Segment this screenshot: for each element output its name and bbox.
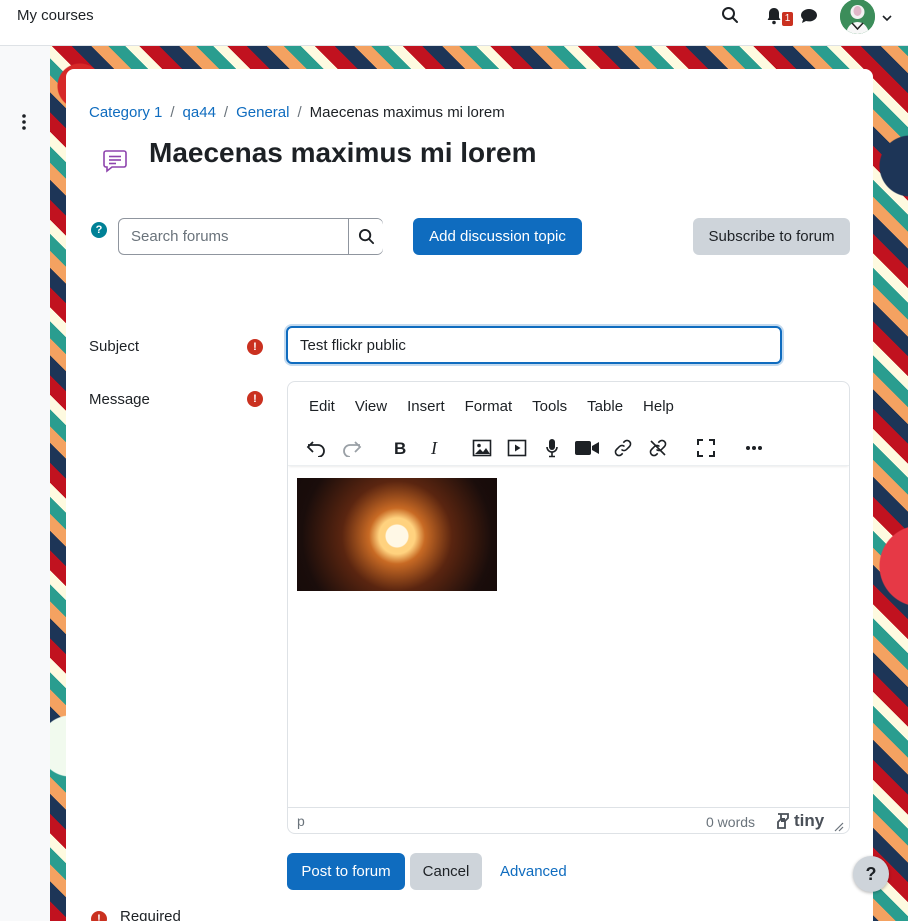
breadcrumb-item-section[interactable]: General xyxy=(236,104,289,121)
more-vertical-icon[interactable] xyxy=(17,113,31,131)
embedded-image[interactable] xyxy=(297,478,497,591)
fullscreen-icon[interactable] xyxy=(692,434,720,462)
link-icon[interactable] xyxy=(609,434,637,462)
post-to-forum-button[interactable]: Post to forum xyxy=(287,853,405,890)
course-index-drawer xyxy=(0,46,50,921)
menu-edit[interactable]: Edit xyxy=(288,392,345,422)
editor-menubar: Edit View Insert Format Tools Table Help xyxy=(288,392,684,422)
breadcrumb-separator: / xyxy=(297,104,302,121)
redo-icon[interactable] xyxy=(338,434,366,462)
editor-content-area[interactable] xyxy=(288,467,849,805)
menu-view[interactable]: View xyxy=(345,392,397,422)
breadcrumb-item-course[interactable]: qa44 xyxy=(183,104,216,121)
tiny-mark-icon xyxy=(777,813,789,829)
notification-count-badge: 1 xyxy=(782,12,793,26)
breadcrumb-separator: / xyxy=(170,104,175,121)
subscribe-forum-button[interactable]: Subscribe to forum xyxy=(693,218,850,255)
menu-tools[interactable]: Tools xyxy=(522,392,577,422)
editor-toolbar: B I xyxy=(288,430,849,466)
italic-icon[interactable]: I xyxy=(421,434,449,462)
image-icon[interactable] xyxy=(468,434,496,462)
required-icon: ! xyxy=(247,339,263,355)
required-icon: ! xyxy=(91,911,107,921)
message-label: Message xyxy=(89,391,150,408)
subject-label: Subject xyxy=(89,338,140,355)
svg-text:I: I xyxy=(430,439,438,457)
breadcrumb-separator: / xyxy=(223,104,229,121)
required-icon: ! xyxy=(247,391,263,407)
breadcrumb-current: Maecenas maximus mi lorem xyxy=(309,104,505,121)
breadcrumb-item-category[interactable]: Category 1 xyxy=(89,104,162,121)
forum-search xyxy=(118,218,383,255)
menu-table[interactable]: Table xyxy=(577,392,633,422)
advanced-link[interactable]: Advanced xyxy=(500,863,567,880)
search-submit-button[interactable] xyxy=(348,219,383,254)
help-fab-button[interactable]: ? xyxy=(853,856,889,892)
bold-icon[interactable]: B xyxy=(386,434,414,462)
chevron-down-icon[interactable] xyxy=(881,11,893,23)
editor-statusbar: p 0 words tiny xyxy=(288,807,849,833)
user-avatar[interactable] xyxy=(840,0,875,34)
svg-text:B: B xyxy=(394,439,406,457)
forum-icon xyxy=(102,148,128,174)
main-content-card: Category 1 / qa44 / General / Maecenas maximus… xyxy=(66,69,873,921)
search-input[interactable] xyxy=(119,219,348,254)
menu-format[interactable]: Format xyxy=(455,392,523,422)
nav-my-courses-link[interactable]: My courses xyxy=(17,7,94,24)
microphone-icon[interactable] xyxy=(538,434,566,462)
tiny-logo[interactable]: tiny xyxy=(775,811,824,831)
cancel-button[interactable]: Cancel xyxy=(410,853,482,890)
breadcrumb: Category 1 / qa44 / General / Maecenas maximus… xyxy=(89,104,505,121)
top-navbar: My courses 1 xyxy=(0,0,908,46)
more-icon[interactable] xyxy=(740,434,768,462)
element-path[interactable]: p xyxy=(297,813,305,829)
tiny-brand-label: tiny xyxy=(794,811,825,830)
search-icon[interactable] xyxy=(721,6,741,26)
menu-insert[interactable]: Insert xyxy=(397,392,455,422)
subject-input[interactable] xyxy=(286,326,782,364)
required-legend: Required xyxy=(120,908,181,921)
word-count[interactable]: 0 words xyxy=(706,814,755,830)
page-title: Maecenas maximus mi lorem xyxy=(149,137,537,168)
message-editor: Edit View Insert Format Tools Table Help… xyxy=(287,381,850,834)
video-camera-icon[interactable] xyxy=(573,434,601,462)
add-discussion-topic-button[interactable]: Add discussion topic xyxy=(413,218,582,255)
resize-handle-icon[interactable] xyxy=(834,819,844,832)
undo-icon[interactable] xyxy=(302,434,330,462)
messages-icon[interactable] xyxy=(800,8,818,24)
unlink-icon[interactable] xyxy=(644,434,672,462)
menu-help[interactable]: Help xyxy=(633,392,684,422)
help-icon[interactable]: ? xyxy=(91,222,107,238)
media-icon[interactable] xyxy=(503,434,531,462)
